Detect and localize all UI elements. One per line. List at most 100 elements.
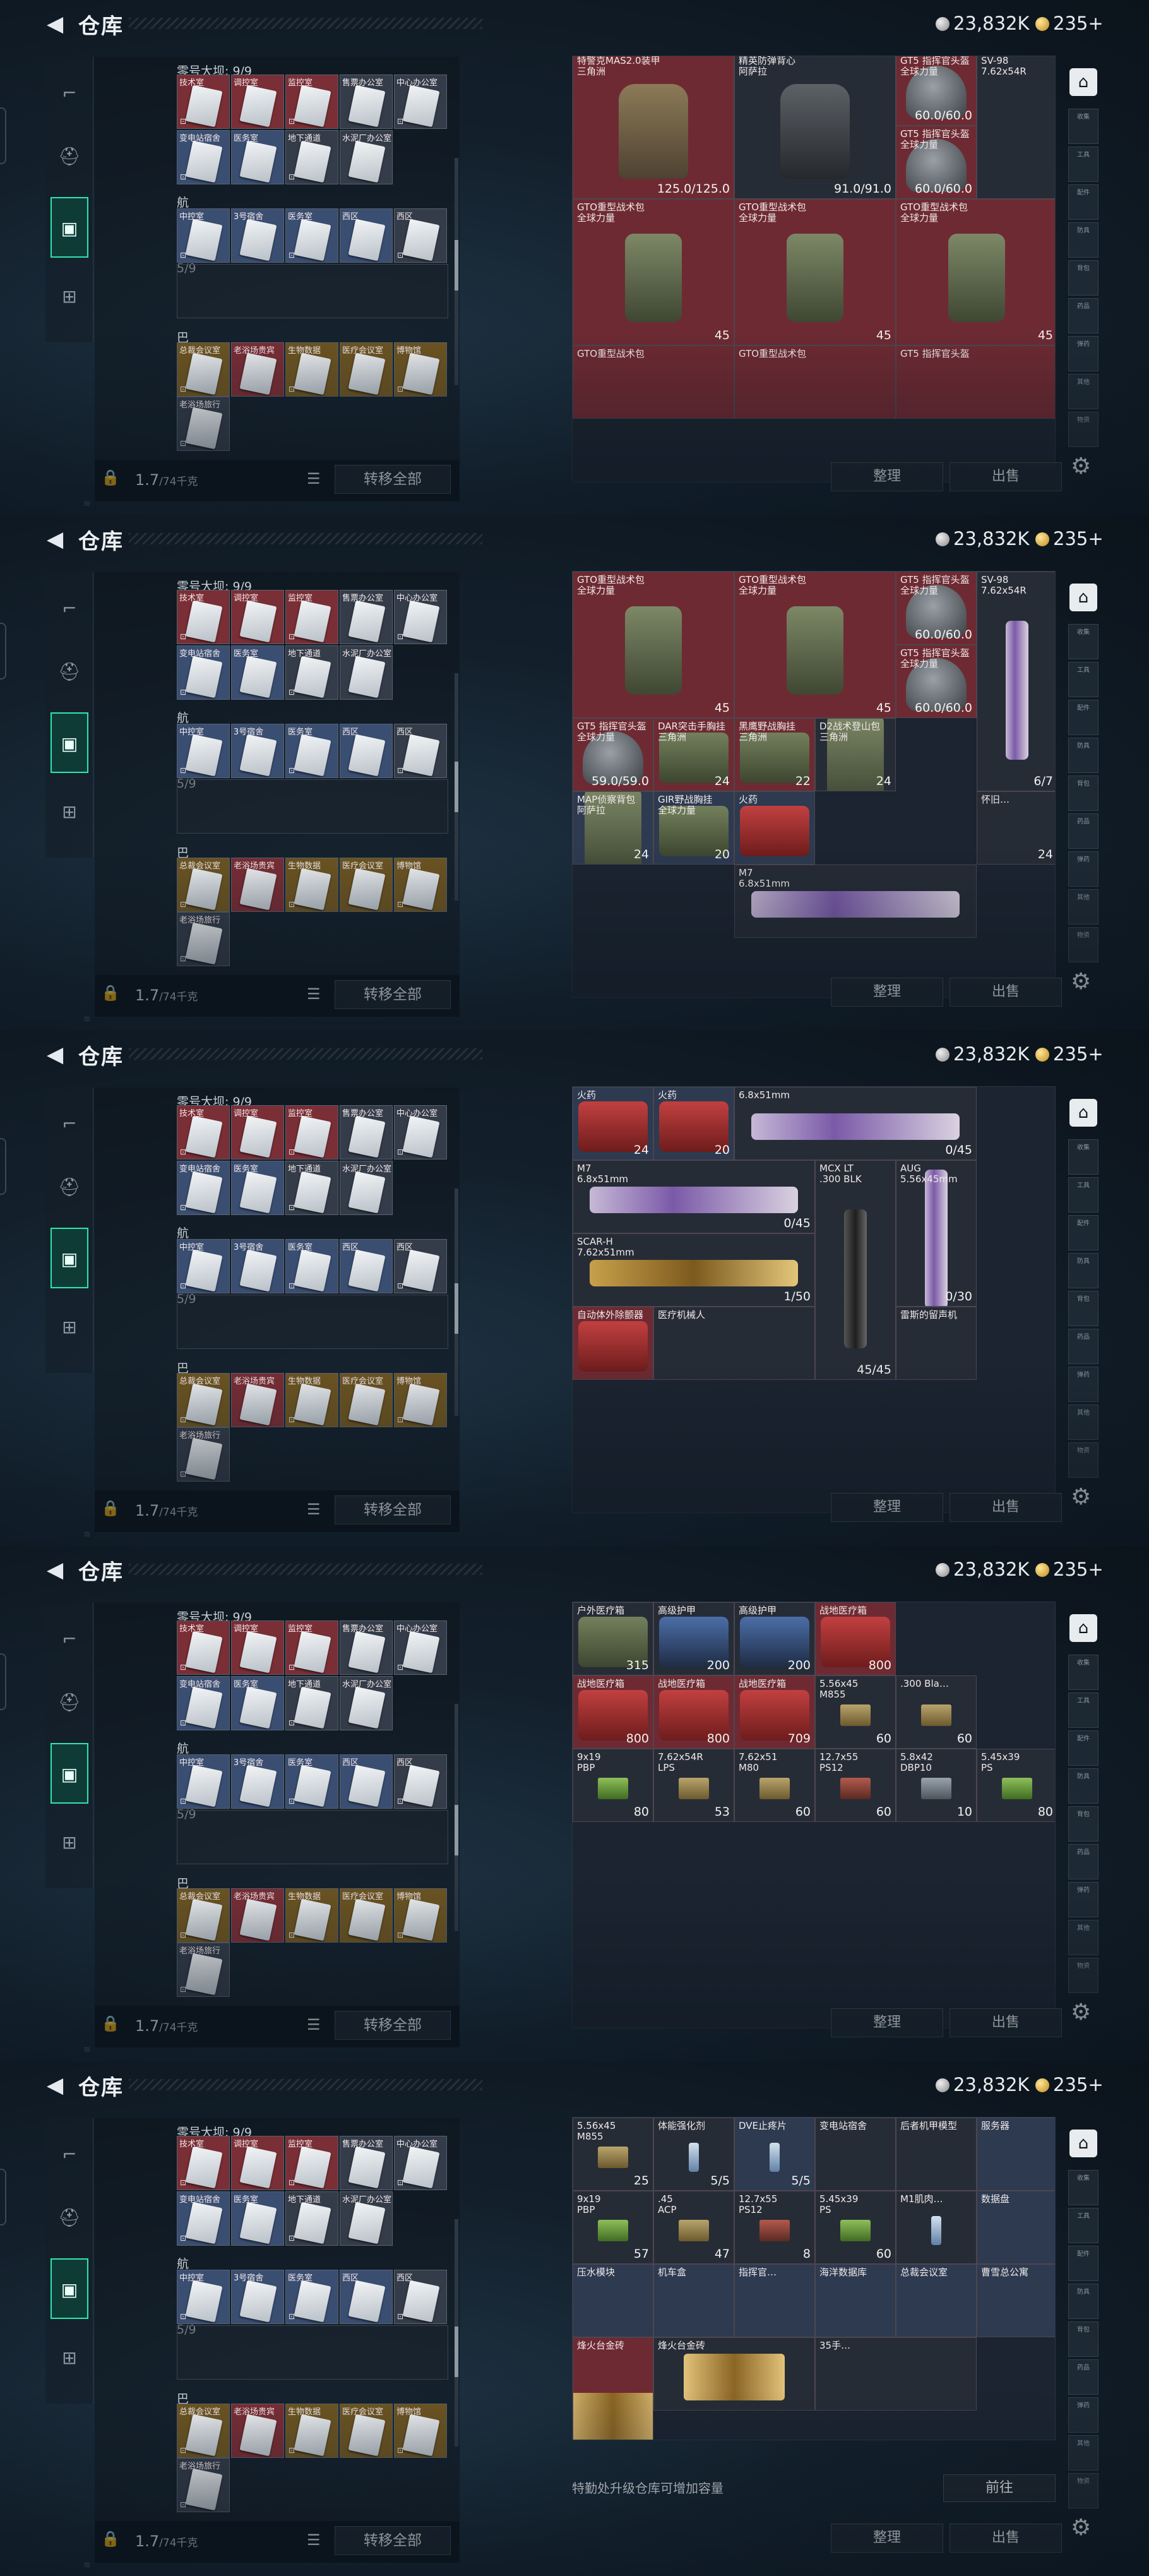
tab-backpack-icon[interactable]: ▣ xyxy=(51,1743,88,1804)
inventory-item[interactable]: 自动体外除颤器 xyxy=(573,1307,653,1380)
inventory-item[interactable]: .45 ACP 47 xyxy=(653,2191,734,2264)
collection-card[interactable]: 水泥厂办公室 xyxy=(340,130,393,184)
collection-card[interactable]: 变电站宿舍 ⊡ xyxy=(177,130,230,184)
tab-helmet-icon[interactable]: ⛑ xyxy=(51,1672,88,1733)
collection-card[interactable]: 生物数据 ⊡ xyxy=(285,1888,338,1943)
back-arrow-icon[interactable]: ◀ xyxy=(47,11,68,37)
inventory-item[interactable]: GT5 指挥官头盔 全球力量 60.0/60.0 xyxy=(896,56,977,126)
collection-card[interactable]: 变电站宿舍 ⊡ xyxy=(177,2191,230,2246)
tab-pistol-icon[interactable]: ⌐ xyxy=(51,1609,88,1670)
gold-currency[interactable]: 235+ xyxy=(1035,528,1104,549)
settings-gear-icon[interactable]: ⚙ xyxy=(1071,969,1091,995)
filter-tab[interactable]: 其他 xyxy=(1068,889,1098,925)
collection-card[interactable]: 博物馆 ⊡ xyxy=(394,342,447,397)
filter-tab[interactable]: 弹药 xyxy=(1068,851,1098,887)
collection-card[interactable]: 医务室 xyxy=(231,2191,284,2246)
filter-tab[interactable]: 防具 xyxy=(1068,2284,1098,2319)
warehouse-icon[interactable]: ⌂ xyxy=(1069,2130,1097,2157)
filter-tab[interactable]: 配件 xyxy=(1068,184,1098,220)
collection-card[interactable]: 博物馆 ⊡ xyxy=(394,1888,447,1943)
collection-card[interactable]: 西区 xyxy=(340,1239,393,1293)
gold-currency[interactable]: 235+ xyxy=(1035,1043,1104,1065)
collection-card[interactable]: 医务室 ⊡ xyxy=(285,1239,338,1293)
collection-card[interactable]: 医务室 xyxy=(231,1676,284,1730)
filter-tab[interactable]: 弹药 xyxy=(1068,336,1098,371)
inventory-item[interactable]: 黑鹰野战胸挂 三角洲 22 xyxy=(734,718,815,791)
collection-card[interactable]: 地下通道 ⊡ xyxy=(285,2191,338,2246)
collection-card[interactable]: 老浴场贵宾 xyxy=(231,2404,284,2458)
inventory-item[interactable]: M7 6.8x51mm 0/45 xyxy=(573,1160,815,1233)
inventory-item[interactable]: 高级护甲 200 xyxy=(734,1602,815,1675)
filter-tab[interactable]: 其他 xyxy=(1068,374,1098,409)
collection-card[interactable]: 水泥厂办公室 xyxy=(340,2191,393,2246)
sell-button[interactable]: 出售 xyxy=(950,978,1062,1007)
left-drawer-handle[interactable] xyxy=(0,107,6,164)
inventory-item[interactable]: DAR突击手胸挂 三角洲 24 xyxy=(653,718,734,791)
filter-tab[interactable]: 收集 xyxy=(1068,624,1098,659)
collection-card[interactable]: 中心办公室 ⊡ xyxy=(394,1105,447,1159)
collection-card[interactable]: 中控室 ⊡ xyxy=(177,1754,230,1809)
inventory-item[interactable]: 机车盒 xyxy=(653,2264,734,2337)
sell-button[interactable]: 出售 xyxy=(950,2524,1062,2553)
inventory-item[interactable]: GTO重型战术包 全球力量 45 xyxy=(734,572,896,718)
list-view-icon[interactable]: ☰ xyxy=(307,985,321,1003)
collection-card[interactable]: 老浴场旅行 ⊡ xyxy=(177,1943,230,1997)
inventory-item[interactable]: 指挥官… xyxy=(734,2264,815,2337)
inventory-item[interactable]: GT5 指挥官头盔 全球力量 59.0/59.0 xyxy=(573,718,653,791)
collection-card[interactable]: 生物数据 ⊡ xyxy=(285,342,338,397)
warehouse-icon[interactable]: ⌂ xyxy=(1069,584,1097,611)
list-scroll-thumb[interactable] xyxy=(455,762,458,812)
transfer-all-button[interactable]: 转移全部 xyxy=(335,980,451,1009)
collection-card[interactable]: 老浴场旅行 ⊡ xyxy=(177,912,230,966)
collection-card[interactable]: 医务室 xyxy=(231,1161,284,1215)
filter-tab[interactable]: 药品 xyxy=(1068,1844,1098,1879)
inventory-item[interactable]: GT5 指挥官头盔 全球力量 60.0/60.0 xyxy=(896,572,977,645)
tab-helmet-icon[interactable]: ⛑ xyxy=(51,642,88,702)
filter-tab[interactable]: 防具 xyxy=(1068,1768,1098,1804)
collection-card[interactable]: 调控室 xyxy=(231,75,284,129)
silver-currency[interactable]: 23,832K xyxy=(936,1559,1030,1580)
collection-card[interactable]: 售票办公室 xyxy=(340,590,393,644)
collection-card[interactable]: 西区 ⊡ xyxy=(394,2270,447,2324)
filter-tab[interactable]: 配件 xyxy=(1068,1730,1098,1766)
gold-currency[interactable]: 235+ xyxy=(1035,2074,1104,2095)
collection-card[interactable]: 博物馆 ⊡ xyxy=(394,2404,447,2458)
settings-gear-icon[interactable]: ⚙ xyxy=(1071,1484,1091,1510)
tab-backpack-icon[interactable]: ▣ xyxy=(51,712,88,773)
inventory-item[interactable]: 6.8x51mm 0/45 xyxy=(734,1087,977,1160)
inventory-item[interactable]: 变电站宿舍 xyxy=(815,2118,896,2191)
collection-card[interactable]: 医疗会议室 xyxy=(340,342,393,397)
collection-card[interactable]: 调控室 xyxy=(231,590,284,644)
left-drawer-handle[interactable] xyxy=(0,1138,6,1195)
inventory-item[interactable]: GIR野战胸挂 全球力量 20 xyxy=(653,791,734,865)
inventory-item[interactable]: SCAR-H 7.62x51mm 1/50 xyxy=(573,1233,815,1307)
list-view-icon[interactable]: ☰ xyxy=(307,470,321,488)
inventory-item[interactable]: 12.7x55 PS12 60 xyxy=(815,1749,896,1822)
filter-tab[interactable]: 背包 xyxy=(1068,260,1098,296)
sell-button[interactable]: 出售 xyxy=(950,462,1062,491)
collection-card[interactable]: 监控室 ⊡ xyxy=(285,2136,338,2190)
back-arrow-icon[interactable]: ◀ xyxy=(47,1557,68,1583)
collection-card[interactable]: 老浴场旅行 ⊡ xyxy=(177,1427,230,1482)
collection-card[interactable]: 老浴场旅行 ⊡ xyxy=(177,397,230,451)
collection-card[interactable]: 3号宿舍 xyxy=(231,208,284,263)
inventory-item[interactable]: 烽火台金砖 xyxy=(573,2337,653,2440)
collection-card[interactable]: 医务室 ⊡ xyxy=(285,724,338,778)
organize-button[interactable]: 整理 xyxy=(831,1493,943,1522)
collection-card[interactable]: 3号宿舍 xyxy=(231,2270,284,2324)
inventory-item[interactable]: D2战术登山包 三角洲 24 xyxy=(815,718,896,791)
collection-card[interactable]: 西区 xyxy=(340,2270,393,2324)
inventory-item[interactable]: 特警克MAS2.0装甲 三角洲 125.0/125.0 xyxy=(573,56,734,199)
inventory-item[interactable]: 9x19 PBP 80 xyxy=(573,1749,653,1822)
collection-card[interactable]: 医疗会议室 xyxy=(340,858,393,912)
collection-card[interactable]: 技术室 ⊡ xyxy=(177,1105,230,1159)
collection-card[interactable]: 中控室 ⊡ xyxy=(177,724,230,778)
silver-currency[interactable]: 23,832K xyxy=(936,1043,1030,1065)
inventory-item[interactable]: 5.56x45 M855 60 xyxy=(815,1675,896,1749)
collection-card[interactable]: 售票办公室 xyxy=(340,75,393,129)
collection-card[interactable]: 西区 xyxy=(340,724,393,778)
inventory-item[interactable]: GTO重型战术包 全球力量 45 xyxy=(573,572,734,718)
collection-card[interactable]: 地下通道 ⊡ xyxy=(285,130,338,184)
warehouse-icon[interactable]: ⌂ xyxy=(1069,68,1097,96)
collection-card[interactable]: 生物数据 ⊡ xyxy=(285,858,338,912)
